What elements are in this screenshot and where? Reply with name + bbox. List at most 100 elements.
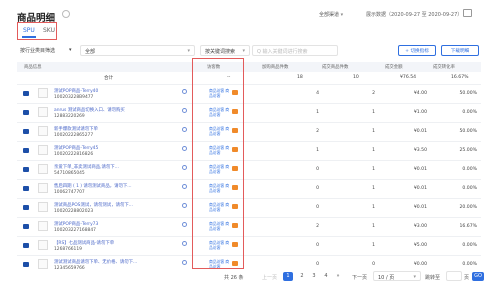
info-icon[interactable]: [182, 222, 187, 227]
expand-icon[interactable]: [23, 205, 29, 210]
table-row: 测试商品POS测试，请勿测试，请勿下... 10020228802023 商品访客 …: [17, 198, 481, 218]
product-code: 10020228802023: [54, 209, 94, 214]
info-icon[interactable]: [182, 108, 187, 113]
summary-sold: 10: [353, 75, 359, 80]
product-thumbnail[interactable]: [38, 107, 48, 117]
product-thumbnail[interactable]: [38, 126, 48, 136]
product-thumbnail[interactable]: [38, 221, 48, 231]
tag-select-label: 按关键词搜索: [205, 49, 236, 55]
goto-page-input[interactable]: [446, 271, 462, 281]
column-header-amount[interactable]: 成交金额: [385, 64, 403, 70]
sold-count: 1: [372, 186, 375, 191]
page-size-select[interactable]: 10 / 页 ▾: [373, 271, 421, 281]
info-icon[interactable]: [182, 260, 187, 265]
product-thumbnail[interactable]: [38, 88, 48, 98]
cart-count: 0: [316, 167, 319, 172]
tab-spu[interactable]: SPU: [23, 27, 35, 34]
info-icon[interactable]: [182, 184, 187, 189]
toggle-metrics-button[interactable]: + 切换指标: [398, 45, 436, 56]
product-thumbnail[interactable]: [38, 259, 48, 269]
table-header: [17, 62, 481, 72]
info-icon[interactable]: [182, 203, 187, 208]
product-code: 12883220269: [54, 114, 85, 119]
expand-icon[interactable]: [23, 262, 29, 267]
tab-sku[interactable]: SKU: [43, 27, 55, 34]
chevron-down-icon: ▾: [340, 12, 344, 18]
expand-icon[interactable]: [23, 110, 29, 115]
cart-count: 1: [316, 110, 319, 115]
page-1-button[interactable]: 1: [283, 272, 293, 281]
search-input[interactable]: Q 输入关键词进行搜索: [252, 45, 338, 56]
amount-value: ¥0.01: [413, 129, 427, 134]
page-4-button[interactable]: 4: [321, 272, 331, 281]
expand-icon[interactable]: [23, 186, 29, 191]
chevron-down-icon: ▾: [187, 48, 190, 54]
cart-count: 0: [316, 205, 319, 210]
product-name-link[interactable]: 测试测试商品请勿下单、无价格、请勿下...: [54, 259, 137, 265]
product-thumbnail[interactable]: [38, 164, 48, 174]
amount-value: ¥3.00: [413, 224, 427, 229]
product-thumbnail[interactable]: [38, 145, 48, 155]
product-code: 1268766119: [54, 247, 82, 252]
product-code: 10020222865277: [54, 133, 94, 138]
product-name-link[interactable]: 新手爆款测试请勿下单: [54, 126, 98, 132]
column-header-rate[interactable]: 成交转化率: [433, 64, 455, 70]
product-thumbnail[interactable]: [38, 183, 48, 193]
visitors-column-highlight: [192, 58, 244, 269]
page-3-button[interactable]: 3: [309, 272, 319, 281]
product-name-link[interactable]: 测试POP商品-Terry45: [54, 145, 98, 151]
product-code: 100203227168847: [54, 228, 96, 233]
active-tab-indicator: [22, 36, 36, 38]
expand-icon[interactable]: [23, 148, 29, 153]
category-select[interactable]: 全部 ▾: [80, 45, 195, 56]
conversion-rate: 50.00%: [459, 129, 477, 134]
cart-count: 0: [316, 262, 319, 267]
product-code: 10062747707: [54, 190, 85, 195]
calendar-icon[interactable]: [463, 9, 472, 17]
date-range-display[interactable]: 展示数据（2020-09-27 至 2020-09-27）: [366, 11, 462, 18]
expand-icon[interactable]: [23, 224, 29, 229]
goto-label: 跳转至: [425, 275, 441, 281]
cart-count: 0: [316, 243, 319, 248]
help-icon[interactable]: [62, 10, 70, 18]
category-dropdown-arrow[interactable]: ▾: [69, 47, 72, 58]
info-icon[interactable]: [182, 165, 187, 170]
expand-icon[interactable]: [23, 167, 29, 172]
download-button[interactable]: 下载明细: [441, 45, 479, 56]
page-more-button[interactable]: »: [333, 272, 343, 281]
expand-icon[interactable]: [23, 91, 29, 96]
info-icon[interactable]: [182, 127, 187, 132]
table-row: 售后四期 ( 1 ) 请勿测试商品，请勿下... 10062747707 商品访客 …: [17, 179, 481, 199]
product-thumbnail[interactable]: [38, 240, 48, 250]
column-header-sold[interactable]: 成交商品件数: [322, 64, 348, 70]
product-name-link[interactable]: 测试POP商品-Terry40: [54, 88, 98, 94]
goto-page-button[interactable]: GO: [472, 272, 484, 281]
product-code: 12345659766: [54, 266, 85, 271]
product-thumbnail[interactable]: [38, 202, 48, 212]
expand-icon[interactable]: [23, 129, 29, 134]
conversion-rate: 16.67%: [459, 224, 477, 229]
page-2-button[interactable]: 2: [297, 272, 307, 281]
pagination-next[interactable]: 下一页: [352, 274, 367, 281]
product-name-link[interactable]: 【RS】七品测试商品-请勿下单: [54, 240, 114, 246]
conversion-rate: 0.00%: [462, 167, 477, 172]
info-icon[interactable]: [182, 146, 187, 151]
pagination-prev[interactable]: 上一页: [262, 274, 277, 281]
table-row: 【RS】七品测试商品-请勿下单 1268766119 商品访客 商品访客 0 1 ¥5.0…: [17, 236, 481, 256]
info-icon[interactable]: [182, 241, 187, 246]
chevron-down-icon: ▾: [413, 274, 416, 280]
expand-icon[interactable]: [23, 243, 29, 248]
summary-label: 合计: [104, 76, 114, 81]
info-icon[interactable]: [182, 89, 187, 94]
product-name-link[interactable]: 售后四期 ( 1 ) 请勿测试商品，请勿下...: [54, 183, 131, 189]
tag-select[interactable]: 按关键词搜索 ▾: [200, 45, 250, 56]
product-name-link[interactable]: anrus 测试商品切换入口、请勿购买: [54, 107, 125, 113]
channel-filter[interactable]: 全部渠道 ▾: [319, 11, 343, 18]
product-name-link[interactable]: 测试POP商品-Terry73: [54, 221, 98, 227]
column-header-cart[interactable]: 加购商品件数: [262, 64, 288, 70]
product-name-link[interactable]: 亲爱下单_非卖测试商品,请勿下...: [54, 164, 119, 170]
amount-value: ¥0.01: [413, 167, 427, 172]
amount-value: ¥3.50: [413, 148, 427, 153]
pagination-total: 共 26 条: [224, 275, 244, 281]
product-name-link[interactable]: 测试商品POS测试，请勿测试，请勿下...: [54, 202, 133, 208]
